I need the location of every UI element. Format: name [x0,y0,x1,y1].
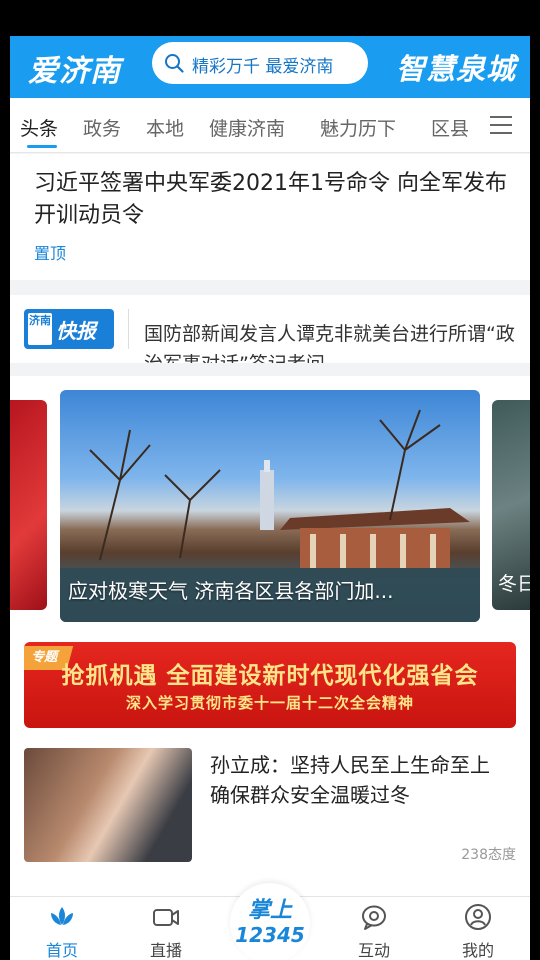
nav-live[interactable]: 直播 [126,897,206,960]
topic-banner[interactable]: 专题 抢抓机遇 全面建设新时代现代化强省会 深入学习贯彻市委十一届十二次全会精神 [24,642,516,728]
news-meta: 238态度 [461,847,516,863]
channel-tabs: 头条 政务 本地 健康济南 魅力历下 区县 [10,98,530,153]
carousel-next-slide[interactable]: 冬日 [492,400,530,610]
search-icon [165,54,184,73]
hotline-number: 12345 [235,923,305,947]
tab-health-jinan[interactable]: 健康济南 [209,114,285,141]
nav-home-label: 首页 [45,941,78,960]
carousel-prev-slide[interactable] [10,400,47,610]
app-screen: 爱济南 精彩万千 最爱济南 智慧泉城 头条 政务 本地 健康济南 魅力历下 区县… [10,36,530,960]
banner-title: 抢抓机遇 全面建设新时代现代化强省会 [61,663,479,689]
tab-lixia[interactable]: 魅力历下 [320,114,396,141]
banner-subtitle: 深入学习贯彻市委十一届十二次全会精神 [125,694,414,712]
app-logo: 爱济南 [28,54,121,89]
nav-interact[interactable]: 互动 [334,897,414,960]
tab-headlines[interactable]: 头条 [20,114,58,141]
next-slide-caption: 冬日 [498,573,530,595]
tab-government[interactable]: 政务 [83,114,121,141]
search-placeholder: 精彩万千 最爱济南 [192,57,334,77]
carousel-main-slide[interactable]: 应对极寒天气 济南各区县各部门加... [60,390,480,622]
active-tab-indicator [27,145,57,148]
nav-interact-label: 互动 [357,941,390,960]
pinned-tag: 置顶 [34,244,67,263]
news-list-item[interactable]: 孙立成：坚持人民至上生命至上 确保群众安全温暖过冬 238态度 [10,736,530,886]
bottom-navigation: 首页 直播 掌上 12345 互动 我的 [10,883,530,960]
nav-mine[interactable]: 我的 [438,897,518,960]
video-camera-icon [153,909,179,926]
flash-logo-mark: 济南 [28,313,52,345]
lotus-icon [51,907,73,925]
menu-icon[interactable] [490,116,512,134]
tab-local[interactable]: 本地 [146,114,184,141]
nav-mine-label: 我的 [461,941,494,960]
news-title: 孙立成：坚持人民至上生命至上 确保群众安全温暖过冬 [210,753,490,807]
pinned-title: 习近平签署中央军委2021年1号命令 向全军发布开训动员令 [34,171,507,228]
carousel-caption: 应对极寒天气 济南各区县各部门加... [68,579,394,603]
user-icon [465,904,491,930]
topic-banner-section: 专题 抢抓机遇 全面建设新时代现代化强省会 深入学习贯彻市委十一届十二次全会精神 [10,626,530,736]
image-carousel[interactable]: 应对极寒天气 济南各区县各部门加... 冬日 [10,376,530,626]
hotline-12345-button[interactable]: 掌上 12345 [230,883,310,960]
flash-logo-text: 快报 [56,319,96,343]
flash-text: 国防部新闻发言人谭克非就美台进行所谓“政治军事对话”答记者问 [144,323,515,363]
chat-bubble-icon [362,905,386,930]
hotline-top-text: 掌上 [247,898,292,923]
tab-districts[interactable]: 区县 [431,114,469,141]
nav-live-label: 直播 [149,941,182,960]
nav-home[interactable]: 首页 [22,897,102,960]
flash-logo: 济南 快报 [24,309,114,349]
news-thumbnail [24,748,192,862]
search-bar[interactable]: 精彩万千 最爱济南 [152,42,368,84]
brand-slogan: 智慧泉城 [395,52,516,86]
flash-news[interactable]: 济南 快报 国防部新闻发言人谭克非就美台进行所谓“政治军事对话”答记者问 [10,295,530,363]
app-header: 爱济南 精彩万千 最爱济南 智慧泉城 [10,36,530,98]
divider [128,309,129,349]
pinned-article[interactable]: 习近平签署中央军委2021年1号命令 向全军发布开训动员令 置顶 [10,154,530,280]
